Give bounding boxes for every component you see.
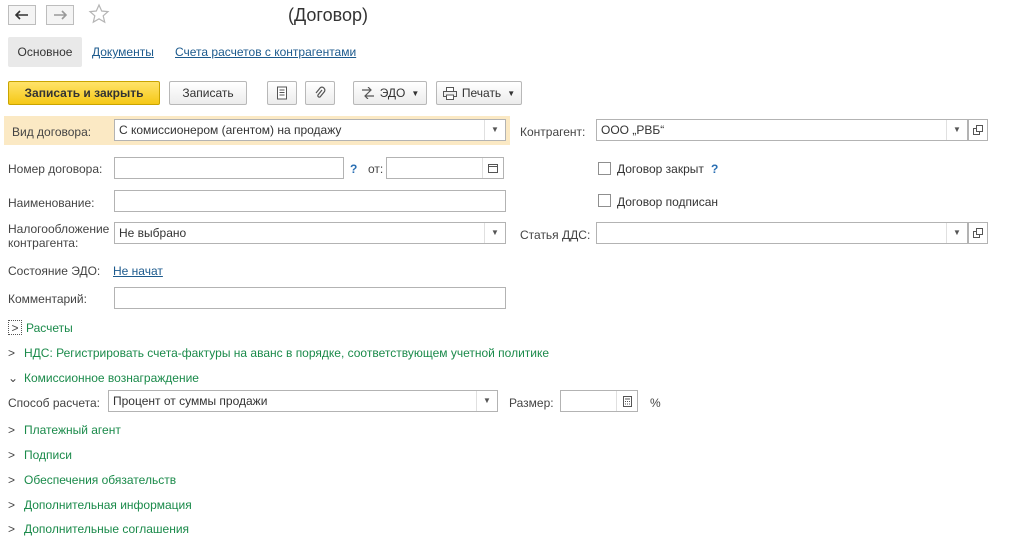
counterparty-value: ООО „РВБ“ [601,123,665,137]
number-input[interactable] [114,157,344,179]
paperclip-icon [315,86,326,98]
chevron-right-icon: > [8,473,16,487]
tax-select[interactable]: Не выбрано ▼ [114,222,506,244]
date-from-label: от: [368,162,384,176]
section-additional-agreements-label: Дополнительные соглашения [24,522,190,536]
dropdown-arrow-icon[interactable]: ▼ [484,223,505,243]
contract-type-label: Вид договора: [12,125,92,139]
arrow-right-icon [54,10,67,20]
tax-label-line2: контрагента: [8,236,79,250]
contract-type-select[interactable]: С комиссионером (агентом) на продажу ▼ [114,119,506,141]
calculator-icon[interactable] [616,391,637,411]
dds-label: Статья ДДС: [520,228,591,242]
chevron-right-icon: > [8,346,16,360]
section-commission[interactable]: ⌄ Комиссионное вознаграждение [8,371,199,385]
edo-state-label: Состояние ЭДО: [8,264,101,278]
edo-button[interactable]: ЭДО ▼ [353,81,427,105]
dropdown-arrow-icon[interactable]: ▼ [946,120,967,140]
tab-main[interactable]: Основное [8,37,82,67]
section-payment-agent[interactable]: > Платежный агент [8,423,121,437]
section-payment-agent-label: Платежный агент [24,423,121,437]
number-help-icon[interactable]: ? [350,162,357,176]
chevron-right-icon: > [8,448,16,462]
edo-state-link[interactable]: Не начат [113,264,163,278]
section-vat-label: НДС: Регистрировать счета-фактуры на ава… [24,346,550,360]
section-vat[interactable]: > НДС: Регистрировать счета-фактуры на а… [8,346,549,360]
payment-method-value: Процент от суммы продажи [113,394,268,408]
chevron-right-icon: > [8,522,16,536]
section-signatures-label: Подписи [24,448,72,462]
attach-button[interactable] [305,81,335,105]
counterparty-open-button[interactable] [968,119,988,141]
payment-method-select[interactable]: Процент от суммы продажи ▼ [108,390,498,412]
dropdown-arrow-icon[interactable]: ▼ [946,223,967,243]
tab-documents[interactable]: Документы [92,45,154,59]
section-payments[interactable]: > Расчеты [8,320,73,335]
favorite-star-icon[interactable] [88,3,110,28]
report-button[interactable] [267,81,297,105]
save-close-label: Записать и закрыть [24,86,144,100]
edo-icon [361,87,374,99]
tax-label-line1: Налогообложение [8,222,110,236]
name-label: Наименование: [8,196,95,210]
window-title: (Договор) [288,5,368,25]
counterparty-label: Контрагент: [520,125,586,139]
open-window-icon [973,228,983,238]
date-input[interactable] [386,157,504,179]
section-payments-label: Расчеты [26,320,73,335]
name-input[interactable] [114,190,506,212]
chevron-down-icon: ▼ [411,88,420,98]
edo-label: ЭДО [379,86,406,100]
counterparty-select[interactable]: ООО „РВБ“ ▼ [596,119,968,141]
number-label: Номер договора: [8,162,103,176]
section-additional-info[interactable]: > Дополнительная информация [8,498,192,512]
dds-open-button[interactable] [968,222,988,244]
dds-select[interactable]: ▼ [596,222,968,244]
contract-closed-label: Договор закрыт [617,162,704,176]
comment-label: Комментарий: [8,292,87,306]
contract-type-value: С комиссионером (агентом) на продажу [119,123,342,137]
save-close-button[interactable]: Записать и закрыть [8,81,160,105]
forward-button[interactable] [46,5,74,25]
contract-closed-help-icon[interactable]: ? [711,162,718,176]
open-window-icon [973,125,983,135]
section-commission-label: Комиссионное вознаграждение [24,371,199,385]
contract-signed-checkbox[interactable] [598,194,611,207]
chevron-right-icon: > [8,423,16,437]
section-obligations[interactable]: > Обеспечения обязательств [8,473,176,487]
dropdown-arrow-icon[interactable]: ▼ [476,391,497,411]
contract-closed-checkbox[interactable] [598,162,611,175]
save-button[interactable]: Записать [169,81,247,105]
tab-accounts[interactable]: Счета расчетов с контрагентами [175,45,356,59]
back-button[interactable] [8,5,36,25]
printer-icon [442,86,457,100]
chevron-right-icon: > [8,320,22,335]
print-label: Печать [461,86,502,100]
section-additional-agreements[interactable]: > Дополнительные соглашения [8,522,189,536]
tax-value: Не выбрано [119,226,187,240]
chevron-right-icon: > [8,498,16,512]
save-label: Записать [182,86,234,100]
section-signatures[interactable]: > Подписи [8,448,72,462]
percent-sign: % [650,396,661,410]
dropdown-arrow-icon[interactable]: ▼ [484,120,505,140]
section-obligations-label: Обеспечения обязательств [24,473,177,487]
comment-input[interactable] [114,287,506,309]
contract-signed-label: Договор подписан [617,195,719,209]
size-label: Размер: [509,396,554,410]
print-button[interactable]: Печать ▼ [436,81,522,105]
document-list-icon [277,86,287,100]
chevron-down-icon: ▼ [507,88,516,98]
section-additional-info-label: Дополнительная информация [24,498,192,512]
payment-method-label: Способ расчета: [8,396,100,410]
calendar-icon[interactable] [482,158,503,178]
arrow-left-icon [15,10,28,20]
size-input[interactable] [560,390,638,412]
chevron-down-icon: ⌄ [8,371,19,385]
